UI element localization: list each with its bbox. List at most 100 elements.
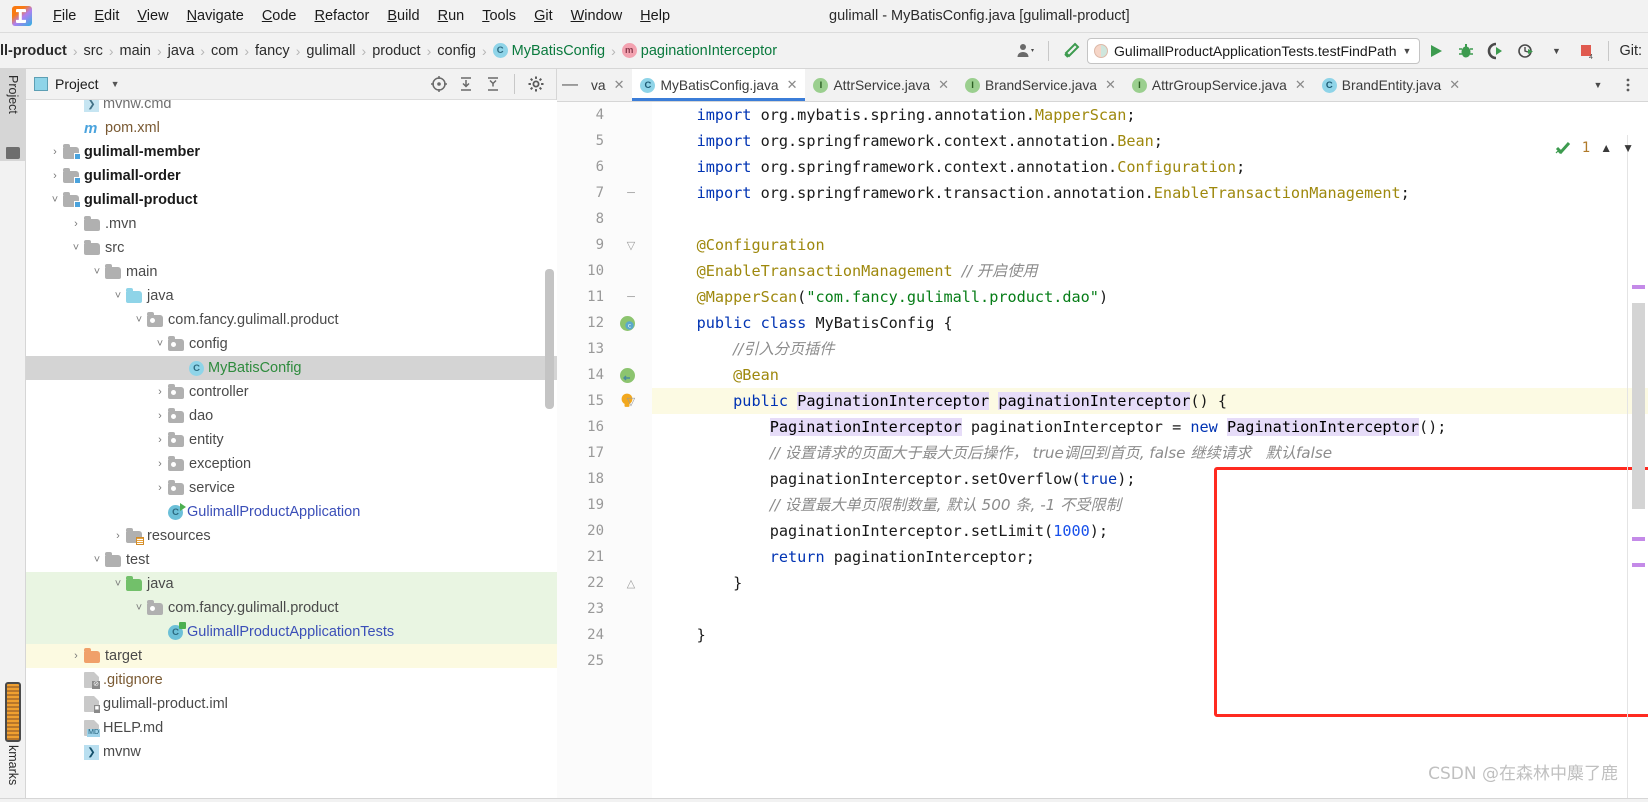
tree-node-help-md[interactable]: MD HELP.md (26, 716, 557, 740)
tree-node-exception[interactable]: › exception (26, 452, 557, 476)
tree-node-mvnw-cmd[interactable]: ❯ mvnw.cmd (26, 100, 557, 116)
bean-icon[interactable]: c (617, 310, 637, 336)
code-line[interactable] (652, 206, 1648, 232)
code-fold-marker[interactable]: △ (625, 570, 637, 596)
hide-tabs-icon[interactable]: — (557, 69, 583, 101)
tree-node-main[interactable]: ˅ main (26, 260, 557, 284)
project-tree[interactable]: ❯ mvnw.cmd m pom.xml › gulimall-member › gulima… (26, 100, 557, 802)
code-line[interactable]: paginationInterceptor.setOverflow(true); (652, 466, 1648, 492)
tree-expand-arrow-icon[interactable]: › (47, 146, 63, 158)
editor-scrollbar-thumb[interactable] (1632, 303, 1645, 509)
tree-expand-arrow-icon[interactable]: › (152, 482, 168, 494)
tree-node-gulimall-product[interactable]: ˅ gulimall-product (26, 188, 557, 212)
debug-icon[interactable] (1452, 38, 1480, 64)
tree-collapse-arrow-icon[interactable]: ˅ (110, 290, 126, 302)
tree-node-target[interactable]: › target (26, 644, 557, 668)
tree-collapse-arrow-icon[interactable]: ˅ (131, 314, 147, 326)
tree-node-gulimall-product-iml[interactable]: ■ gulimall-product.iml (26, 692, 557, 716)
code-line[interactable]: public class MyBatisConfig { (652, 310, 1648, 336)
git-label[interactable]: Git: (1619, 43, 1642, 59)
code-content[interactable]: import org.mybatis.spring.annotation.Map… (652, 102, 1648, 802)
tree-node-entity[interactable]: › entity (26, 428, 557, 452)
editor-tab-attrgroupservice-java[interactable]: I AttrGroupService.java ✕ (1124, 69, 1314, 101)
menu-build[interactable]: Build (378, 5, 428, 27)
editor-tab-attrservice-java[interactable]: I AttrService.java ✕ (805, 69, 957, 101)
breadcrumb-item-mybatisconfig[interactable]: C MyBatisConfig (489, 43, 609, 59)
project-tree-scrollbar[interactable] (545, 269, 554, 409)
editor-tab-brandservice-java[interactable]: I BrandService.java ✕ (957, 69, 1124, 101)
tab-overflow-chevron-icon[interactable]: ▼ (1584, 72, 1612, 98)
menu-tools[interactable]: Tools (473, 5, 525, 27)
run-with-coverage-icon[interactable] (1482, 38, 1510, 64)
user-profile-icon[interactable] (1012, 38, 1040, 64)
menu-run[interactable]: Run (429, 5, 474, 27)
tree-expand-arrow-icon[interactable]: › (68, 650, 84, 662)
editor-tab-mybatisconfig-java[interactable]: C MyBatisConfig.java ✕ (632, 69, 806, 101)
menu-file[interactable]: File (44, 5, 85, 27)
code-line[interactable]: import org.mybatis.spring.annotation.Map… (652, 102, 1648, 128)
code-line[interactable]: // 设置最大单页限制数量, 默认 500 条, -1 不受限制 (652, 492, 1648, 518)
editor-tab-brandentity-java[interactable]: C BrandEntity.java ✕ (1314, 69, 1468, 101)
menu-git[interactable]: Git (525, 5, 562, 27)
code-line[interactable]: @Configuration (652, 232, 1648, 258)
close-icon[interactable]: ✕ (787, 77, 798, 93)
code-fold-marker[interactable]: ─ (625, 284, 637, 310)
tree-node-java[interactable]: ˅ java (26, 572, 557, 596)
breadcrumb-item-config[interactable]: config (433, 43, 480, 59)
tree-expand-arrow-icon[interactable]: › (152, 434, 168, 446)
tree-collapse-arrow-icon[interactable]: ˅ (68, 242, 84, 254)
tree-node--mvn[interactable]: › .mvn (26, 212, 557, 236)
bean-arrow-icon[interactable] (617, 362, 637, 388)
menu-help[interactable]: Help (631, 5, 679, 27)
tree-node-mybatisconfig[interactable]: C MyBatisConfig (26, 356, 557, 380)
code-line[interactable]: PaginationInterceptor paginationIntercep… (652, 414, 1648, 440)
run-configuration-selector[interactable]: GulimallProductApplicationTests.testFind… (1087, 37, 1421, 64)
stop-icon[interactable]: 4 (1572, 38, 1600, 64)
menu-window[interactable]: Window (562, 5, 632, 27)
tree-node-java[interactable]: ˅ java (26, 284, 557, 308)
tree-node-mvnw[interactable]: ❯ mvnw (26, 740, 557, 764)
tree-collapse-arrow-icon[interactable]: ˅ (89, 554, 105, 566)
expand-all-icon[interactable] (454, 73, 478, 95)
tree-collapse-arrow-icon[interactable]: ˅ (89, 266, 105, 278)
code-line[interactable] (652, 648, 1648, 674)
tree-node-gulimallproductapplicationtests[interactable]: C GulimallProductApplicationTests (26, 620, 557, 644)
code-line[interactable]: } (652, 570, 1648, 596)
scrollbar-marker[interactable] (1632, 285, 1645, 289)
code-line[interactable]: import org.springframework.context.annot… (652, 154, 1648, 180)
code-line[interactable] (652, 596, 1648, 622)
scrollbar-marker[interactable] (1632, 563, 1645, 567)
tree-node-gulimall-member[interactable]: › gulimall-member (26, 140, 557, 164)
breadcrumb-item-product[interactable]: product (368, 43, 424, 59)
code-line[interactable]: //引入分页插件 (652, 336, 1648, 362)
breadcrumb-item-java[interactable]: java (164, 43, 199, 59)
close-icon[interactable]: ✕ (938, 77, 949, 93)
profile-dropdown-icon[interactable]: ▼ (1542, 38, 1570, 64)
code-line[interactable]: @EnableTransactionManagement // 开启使用 (652, 258, 1648, 284)
close-icon[interactable]: ✕ (1105, 77, 1116, 93)
tree-node-resources[interactable]: › resources (26, 524, 557, 548)
code-line[interactable]: paginationInterceptor.setLimit(1000); (652, 518, 1648, 544)
breadcrumb-item-fancy[interactable]: fancy (251, 43, 294, 59)
menu-refactor[interactable]: Refactor (306, 5, 379, 27)
chevron-down-icon[interactable]: ▼ (111, 79, 120, 89)
breadcrumb-item-main[interactable]: main (116, 43, 155, 59)
scrollbar-marker[interactable] (1632, 537, 1645, 541)
tree-collapse-arrow-icon[interactable]: ˅ (110, 578, 126, 590)
tree-node-gulimall-order[interactable]: › gulimall-order (26, 164, 557, 188)
settings-gear-icon[interactable] (524, 73, 548, 95)
tree-node-com-fancy-gulimall-product[interactable]: ˅ com.fancy.gulimall.product (26, 308, 557, 332)
breadcrumb-item-src[interactable]: src (80, 43, 107, 59)
tree-node-src[interactable]: ˅ src (26, 236, 557, 260)
editor-tab-va[interactable]: va ✕ (583, 69, 632, 101)
chevron-down-icon[interactable]: ▼ (1622, 141, 1634, 155)
tree-expand-arrow-icon[interactable]: › (68, 218, 84, 230)
tree-collapse-arrow-icon[interactable]: ˅ (131, 602, 147, 614)
tree-expand-arrow-icon[interactable]: › (110, 530, 126, 542)
tree-node-service[interactable]: › service (26, 476, 557, 500)
tree-collapse-arrow-icon[interactable]: ˅ (47, 194, 63, 206)
breadcrumb-item-com[interactable]: com (207, 43, 242, 59)
tree-expand-arrow-icon[interactable]: › (152, 458, 168, 470)
code-line[interactable]: import org.springframework.context.annot… (652, 128, 1648, 154)
code-line[interactable]: @Bean (652, 362, 1648, 388)
